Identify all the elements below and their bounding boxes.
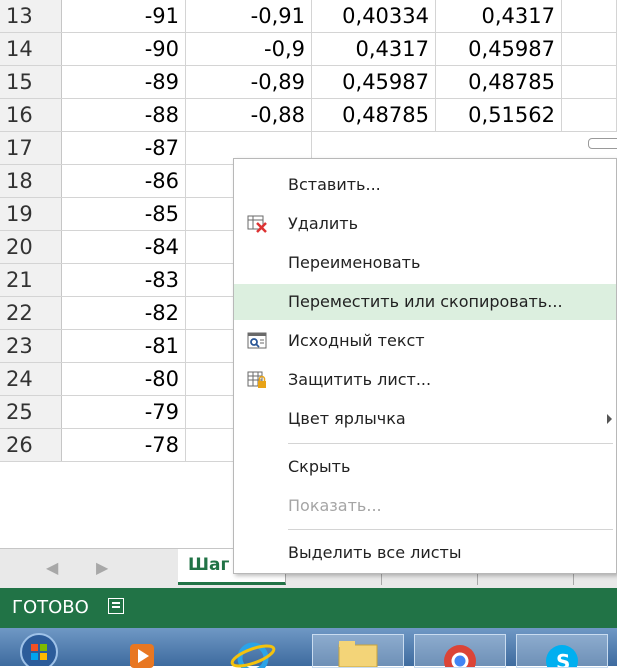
menu-item-label: Исходный текст [288, 331, 425, 350]
cell[interactable]: 0,51562 [436, 99, 562, 131]
menu-item-label: Удалить [288, 214, 358, 233]
cell[interactable]: 0,45987 [436, 33, 562, 65]
table-row: 13 -91 -0,91 0,40334 0,4317 [0, 0, 617, 33]
cell[interactable]: -0,89 [186, 66, 312, 98]
cell[interactable]: -0,9 [186, 33, 312, 65]
cell[interactable]: -79 [62, 396, 186, 428]
sheet-context-menu: Вставить... Удалить Переименовать Переме… [233, 158, 617, 574]
cell[interactable] [562, 33, 617, 65]
row-header[interactable]: 25 [0, 396, 62, 428]
svg-text:S: S [556, 650, 570, 667]
table-row: 14 -90 -0,9 0,4317 0,45987 [0, 33, 617, 66]
cell[interactable]: -86 [62, 165, 186, 197]
row-header[interactable]: 20 [0, 231, 62, 263]
macro-record-icon[interactable] [108, 598, 124, 614]
taskbar-internet-explorer[interactable] [228, 634, 278, 672]
delete-sheet-icon [247, 215, 267, 233]
menu-item-tab-color[interactable]: Цвет ярлычка [234, 401, 616, 437]
protect-sheet-icon [247, 371, 266, 388]
cell[interactable]: 0,48785 [312, 99, 436, 131]
row-header[interactable]: 16 [0, 99, 62, 131]
row-header[interactable]: 22 [0, 297, 62, 329]
row-header[interactable]: 14 [0, 33, 62, 65]
menu-item-label: Показать... [288, 496, 382, 515]
skype-icon: S [546, 645, 578, 672]
tab-scroll-left-button[interactable]: ◀ [46, 558, 58, 577]
cell[interactable]: -83 [62, 264, 186, 296]
table-row: 16 -88 -0,88 0,48785 0,51562 [0, 99, 617, 132]
cell[interactable]: -78 [62, 429, 186, 461]
status-text: ГОТОВО [12, 597, 89, 618]
cell[interactable]: -84 [62, 231, 186, 263]
chrome-icon [444, 645, 476, 672]
taskbar-media-player[interactable] [120, 634, 166, 668]
menu-item-label: Выделить все листы [288, 543, 462, 562]
table-row: 15 -89 -0,89 0,45987 0,48785 [0, 66, 617, 99]
cell[interactable] [562, 0, 617, 32]
row-header[interactable]: 23 [0, 330, 62, 362]
cell[interactable] [562, 99, 617, 131]
menu-item-hide[interactable]: Скрыть [234, 449, 616, 485]
cell[interactable]: -85 [62, 198, 186, 230]
windows-orb-icon [20, 633, 58, 671]
cell[interactable]: -91 [62, 0, 186, 32]
media-player-icon [130, 644, 154, 668]
row-header[interactable]: 15 [0, 66, 62, 98]
cell[interactable]: 0,4317 [312, 33, 436, 65]
cell[interactable]: 0,48785 [436, 66, 562, 98]
menu-item-view-code[interactable]: Исходный текст [234, 323, 616, 359]
cell[interactable]: -90 [62, 33, 186, 65]
cell[interactable]: 0,4317 [436, 0, 562, 32]
menu-item-select-all-sheets[interactable]: Выделить все листы [234, 535, 616, 571]
taskbar-skype[interactable]: S [516, 634, 608, 672]
menu-separator [288, 529, 613, 530]
cell[interactable]: 0,45987 [312, 66, 436, 98]
row-header[interactable]: 21 [0, 264, 62, 296]
submenu-arrow-icon [607, 414, 612, 424]
status-bar: ГОТОВО [0, 588, 617, 628]
cell[interactable]: -88 [62, 99, 186, 131]
menu-separator [288, 443, 613, 444]
folder-icon [338, 641, 378, 668]
cell[interactable]: -87 [62, 132, 186, 164]
menu-item-label: Защитить лист... [288, 370, 432, 389]
row-header[interactable]: 26 [0, 429, 62, 461]
row-header[interactable]: 19 [0, 198, 62, 230]
menu-item-move-or-copy[interactable]: Переместить или скопировать... [234, 284, 616, 320]
cell[interactable]: 0,40334 [312, 0, 436, 32]
view-code-icon [247, 332, 267, 349]
row-header[interactable]: 13 [0, 0, 62, 32]
menu-item-label: Вставить... [288, 175, 381, 194]
menu-item-delete[interactable]: Удалить [234, 206, 616, 242]
internet-explorer-icon [230, 642, 276, 672]
taskbar-explorer[interactable] [312, 634, 404, 668]
menu-item-unhide: Показать... [234, 488, 616, 524]
cell[interactable]: -0,88 [186, 99, 312, 131]
row-header[interactable]: 24 [0, 363, 62, 395]
menu-item-label: Скрыть [288, 457, 351, 476]
menu-item-insert[interactable]: Вставить... [234, 167, 616, 203]
menu-item-label: Переместить или скопировать... [288, 292, 563, 311]
row-header[interactable]: 17 [0, 132, 62, 164]
menu-item-label: Переименовать [288, 253, 421, 272]
taskbar: S [0, 628, 617, 672]
row-header[interactable]: 18 [0, 165, 62, 197]
cell[interactable]: -82 [62, 297, 186, 329]
start-button[interactable] [14, 630, 64, 671]
cell[interactable]: -89 [62, 66, 186, 98]
tab-scroll-right-button[interactable]: ▶ [96, 558, 108, 577]
menu-item-protect-sheet[interactable]: Защитить лист... [234, 362, 616, 398]
cell[interactable] [562, 66, 617, 98]
cell[interactable]: -0,91 [186, 0, 312, 32]
menu-item-rename[interactable]: Переименовать [234, 245, 616, 281]
taskbar-chrome[interactable] [414, 634, 506, 672]
cell[interactable]: -80 [62, 363, 186, 395]
cell[interactable]: -81 [62, 330, 186, 362]
menu-item-label: Цвет ярлычка [288, 409, 406, 428]
chart-resize-handle[interactable] [588, 138, 617, 149]
